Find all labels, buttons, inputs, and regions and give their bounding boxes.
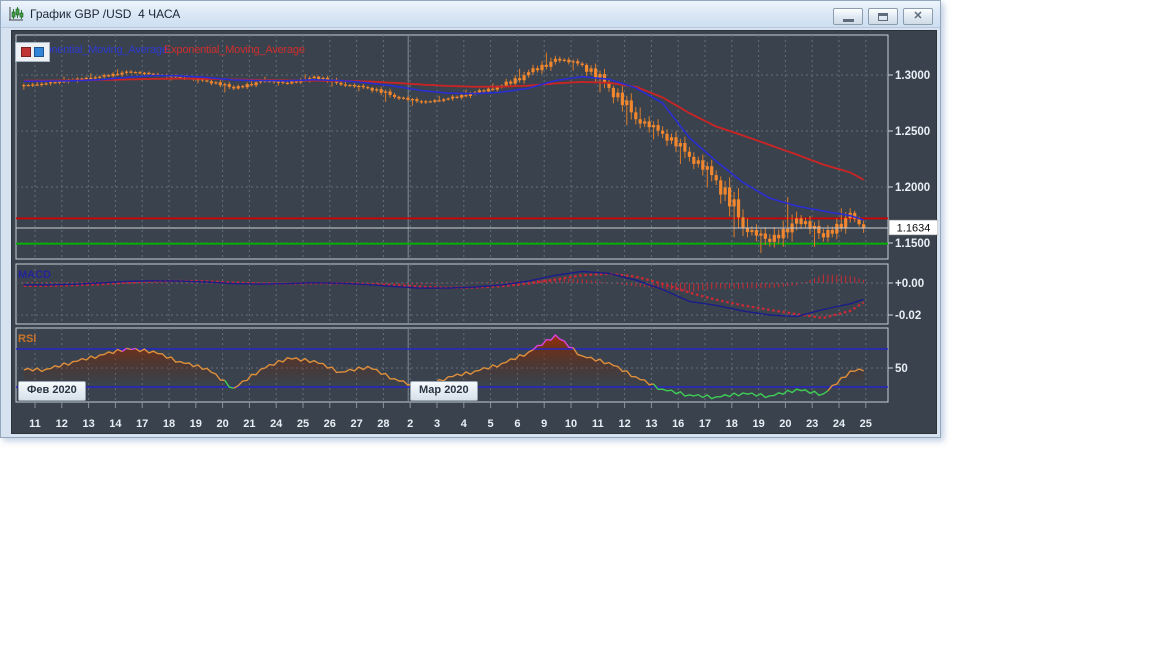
date-tick-label: 6: [514, 418, 520, 430]
date-tick-label: 19: [752, 418, 764, 430]
date-tick-label: 13: [82, 418, 94, 430]
macd-grid: [16, 264, 888, 324]
month-badge-feb: Фев 2020: [18, 381, 86, 401]
date-tick-label: 20: [779, 418, 791, 430]
date-tick-label: 5: [488, 418, 494, 430]
price-panel: [15, 34, 889, 260]
ema-slow-legend-label: Exponential_Moving_Average: [164, 44, 305, 56]
date-tick-label: 9: [541, 418, 547, 430]
window-title: График GBP /USD 4 ЧАСА: [30, 7, 181, 21]
date-tick-label: 20: [216, 418, 228, 430]
date-tick-label: 18: [163, 418, 175, 430]
date-tick-label: 17: [136, 418, 148, 430]
date-tick-label: 12: [618, 418, 630, 430]
date-tick-label: 16: [672, 418, 684, 430]
date-tick-label: 24: [270, 418, 283, 430]
minimize-icon: [842, 18, 854, 22]
price-tick-label: 1.3000: [895, 70, 930, 82]
date-tick-label: 11: [29, 418, 41, 430]
date-tick-label: 2: [407, 418, 413, 430]
date-tick-label: 19: [190, 418, 202, 430]
macd-tick-label: -0.02: [895, 310, 921, 322]
price-tick-label: 1.1500: [895, 238, 930, 250]
ema-fast-line: [23, 74, 864, 221]
date-tick-label: 24: [833, 418, 846, 430]
date-tick-label: 26: [324, 418, 336, 430]
chart-window: График GBP /USD 4 ЧАСА ✕ 11 12 13 14 17 …: [0, 0, 941, 438]
price-chart-plot[interactable]: 11 12 13 14 17 18 19 20 21 24 25 26 27 28 2 3 4 5 6 9 10 11 12…: [12, 31, 938, 435]
legend-toolbar: [15, 42, 50, 62]
candlestick-chart-icon: [9, 7, 24, 21]
price-grid: [16, 35, 888, 259]
current-price-label: 1.1634: [897, 223, 931, 235]
ema-slow-swatch-button[interactable]: [21, 47, 31, 57]
price-tick-label: 1.2000: [895, 182, 930, 194]
date-tick-label: 25: [860, 418, 872, 430]
macd-indicator-label: MACD: [18, 269, 51, 281]
date-tick-label: 13: [645, 418, 657, 430]
rsi-indicator-label: RSI: [18, 333, 36, 345]
macd-line: [23, 270, 864, 318]
close-button[interactable]: ✕: [903, 8, 933, 25]
date-tick-label: 17: [699, 418, 711, 430]
date-tick-label: 12: [56, 418, 68, 430]
price-tick-label: 1.2500: [895, 126, 930, 138]
restore-button[interactable]: [868, 8, 898, 25]
date-tick-label: 14: [109, 418, 122, 430]
chart-area: 11 12 13 14 17 18 19 20 21 24 25 26 27 28 2 3 4 5 6 9 10 11 12…: [11, 30, 938, 435]
date-tick-label: 18: [726, 418, 738, 430]
date-axis: 11 12 13 14 17 18 19 20 21 24 25 26 27 28 2 3 4 5 6 9 10 11 12…: [29, 402, 872, 430]
close-icon: ✕: [913, 10, 923, 22]
date-tick-label: 28: [377, 418, 389, 430]
ema-slow-line: [23, 77, 865, 181]
date-tick-label: 10: [565, 418, 577, 430]
date-tick-label: 27: [350, 418, 362, 430]
title-bar[interactable]: График GBP /USD 4 ЧАСА ✕: [1, 1, 940, 28]
rsi-tick-label: 50: [895, 363, 908, 375]
restore-icon: [878, 12, 888, 21]
date-tick-label: 3: [434, 418, 440, 430]
date-tick-label: 11: [592, 418, 604, 430]
month-badge-mar: Мар 2020: [410, 381, 478, 401]
candlestick-series: [22, 52, 866, 254]
date-tick-label: 25: [297, 418, 309, 430]
date-tick-label: 23: [806, 418, 818, 430]
current-price-badge: 1.1634: [888, 219, 938, 236]
ema-fast-swatch-button[interactable]: [34, 47, 44, 57]
rsi-fill-area: [23, 335, 864, 387]
date-tick-label: 21: [243, 418, 255, 430]
date-tick-label: 4: [461, 418, 468, 430]
macd-tick-label: +0.00: [895, 278, 924, 290]
minimize-button[interactable]: [833, 8, 863, 25]
